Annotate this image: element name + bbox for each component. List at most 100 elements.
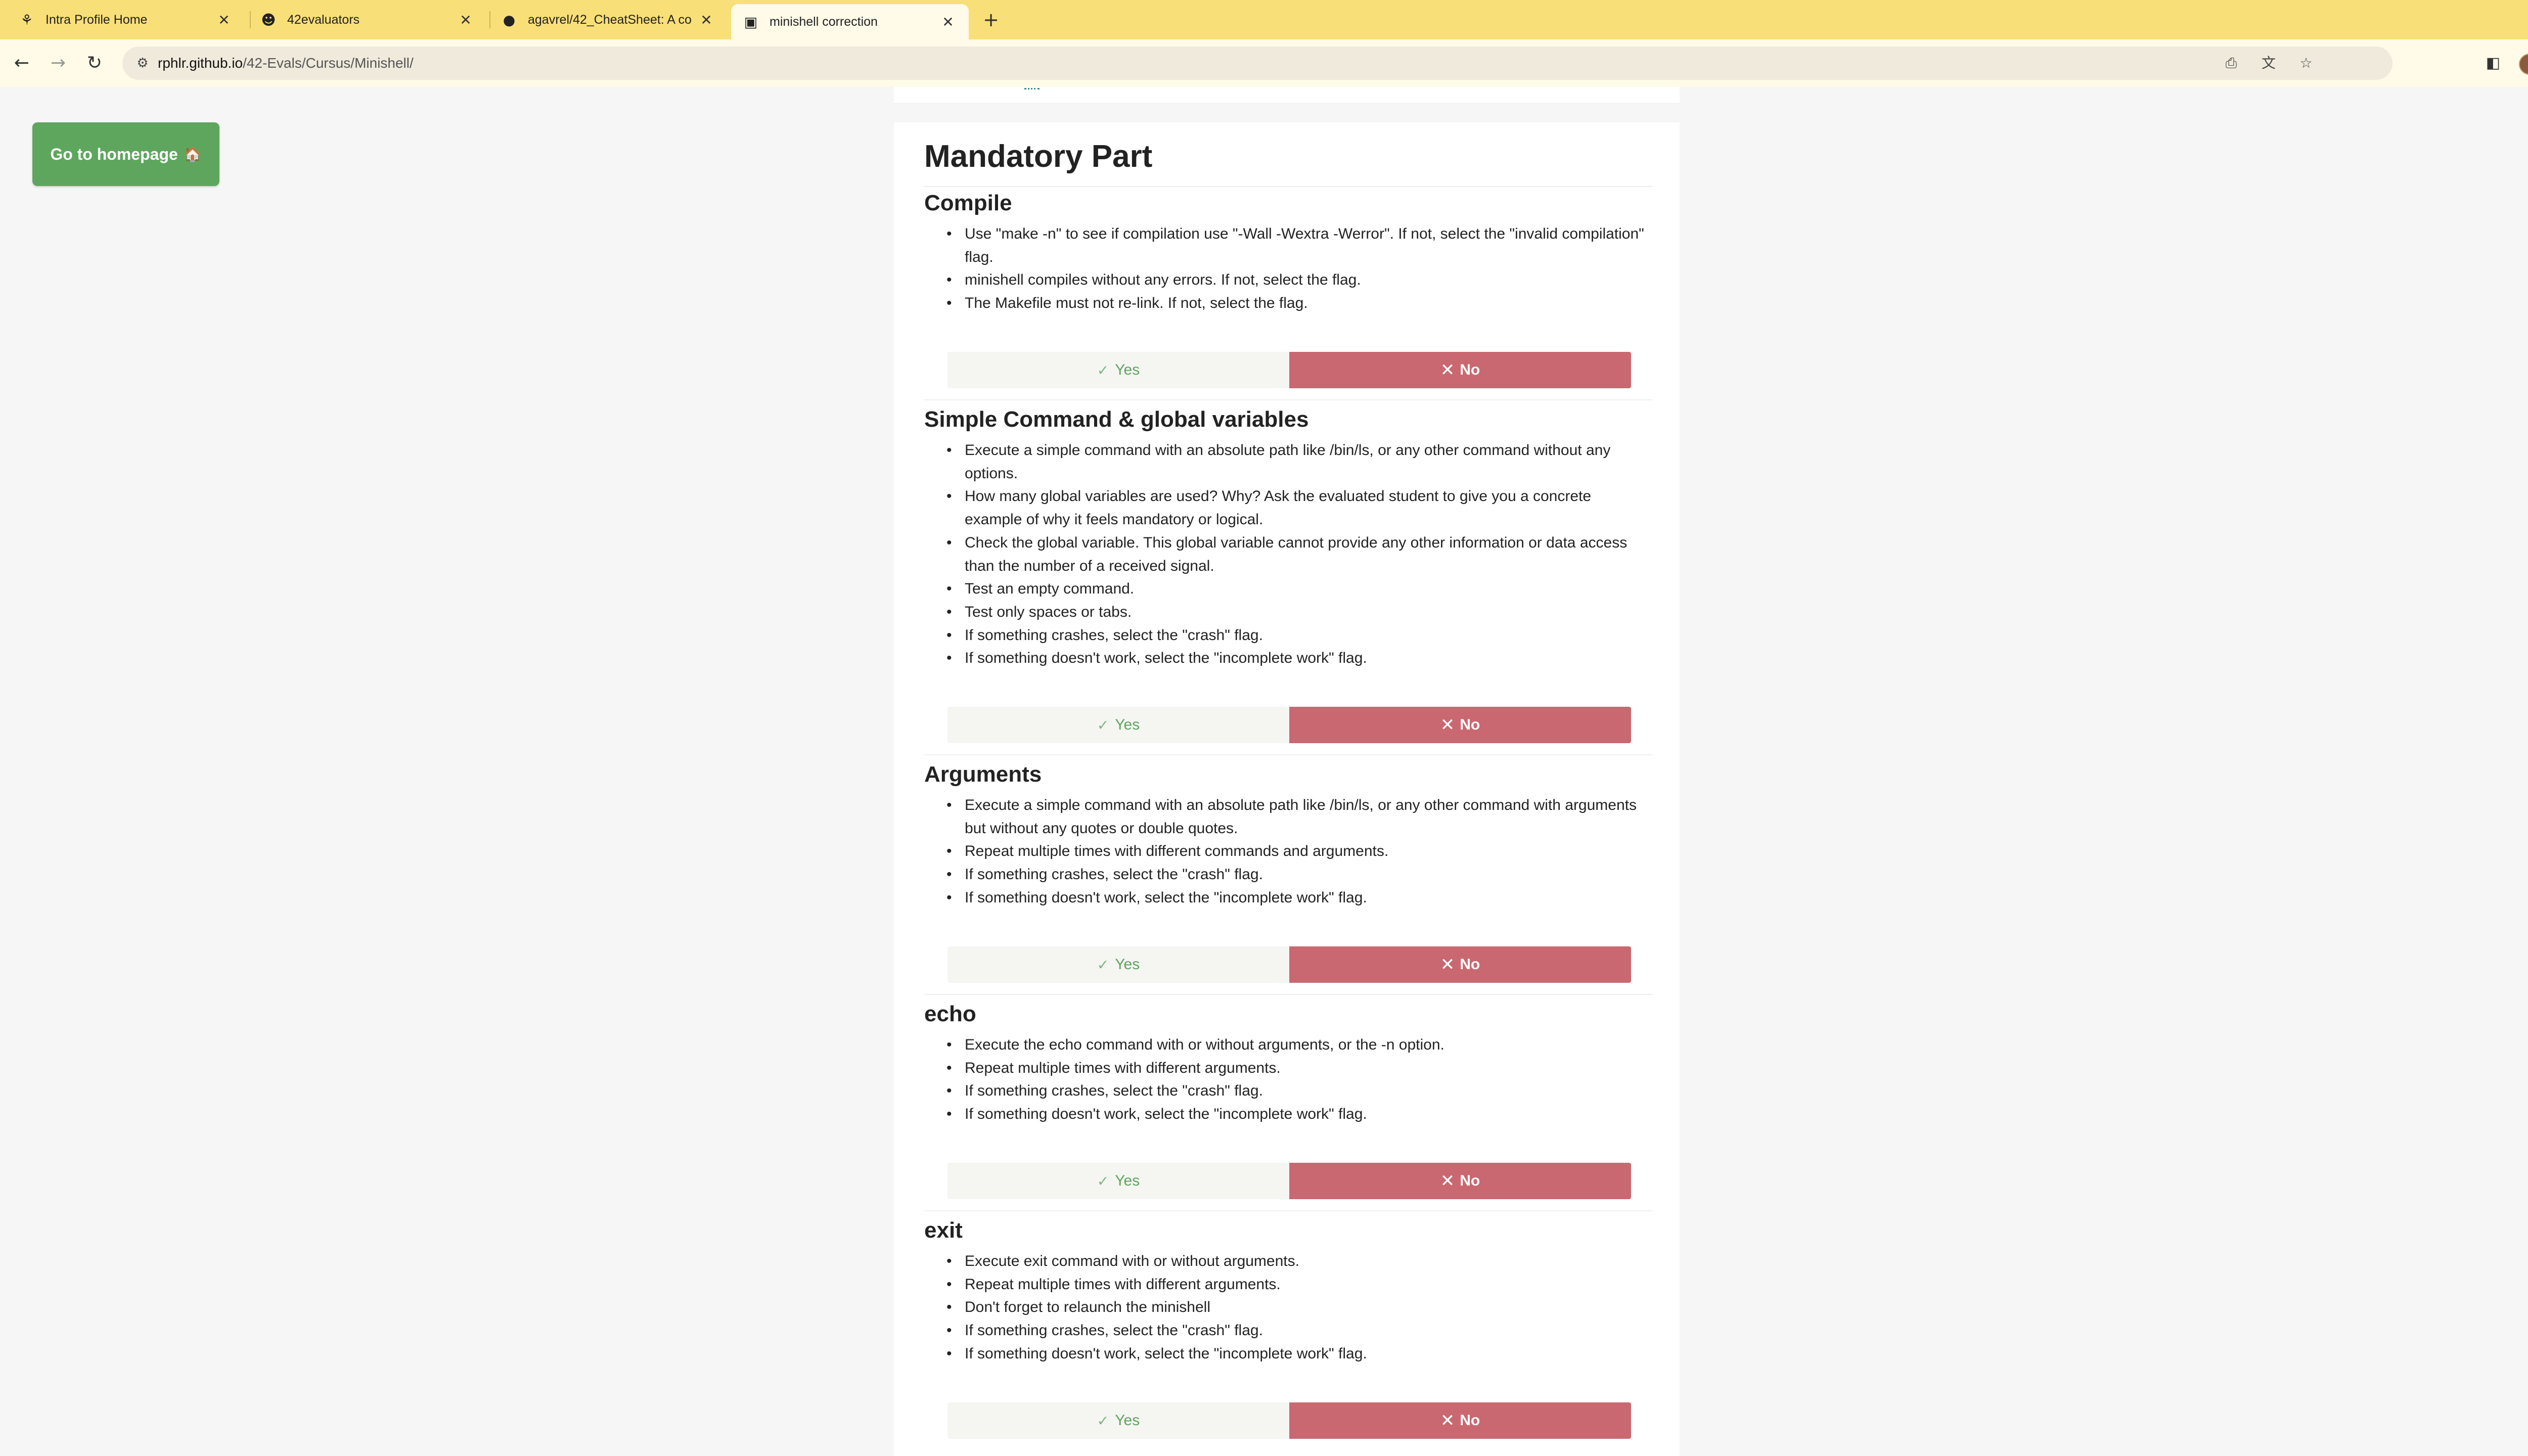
x-icon: ✕ [1440,954,1455,975]
checklist-item: If something doesn't work, select the "i… [946,1103,1652,1126]
github-icon: ● [503,11,516,28]
no-button[interactable]: ✕ No [1289,707,1631,743]
section-divider [924,399,1652,400]
yes-label: Yes [1115,361,1140,378]
back-icon[interactable]: ← [9,51,34,76]
checklist-item: If something crashes, select the "crash"… [946,624,1652,647]
close-icon[interactable]: ✕ [215,12,233,28]
checklist-item: If something doesn't work, select the "i… [946,647,1652,670]
no-button[interactable]: ✕ No [1289,946,1631,983]
check-icon: ✓ [1097,361,1109,379]
section-heading: echo [924,1002,976,1026]
yes-label: Yes [1115,716,1140,733]
profile-avatar[interactable] [2519,54,2528,75]
no-label: No [1460,361,1480,378]
install-app-icon[interactable]: ⎙ [2221,53,2242,74]
yes-button[interactable]: ✓ Yes [947,1402,1289,1439]
user-avatar-icon: ☻ [261,11,276,28]
check-icon: ✓ [1097,1412,1109,1429]
page-viewport: Go to homepage 🏠 Mandatory Part Compile U… [0,87,2528,1456]
forward-icon[interactable]: → [46,51,71,76]
yes-button[interactable]: ✓ Yes [947,352,1289,388]
tab-42evaluators[interactable]: ☻ 42evaluators ✕ [249,5,486,34]
yes-no-toggle: ✓ Yes ✕ No [947,1163,1631,1199]
x-icon: ✕ [1440,715,1455,735]
checklist-item: The Makefile must not re-link. If not, s… [946,292,1652,315]
reload-icon[interactable]: ↻ [82,51,107,76]
site-icon: ▣ [744,13,758,30]
x-icon: ✕ [1440,1171,1455,1191]
go-to-homepage-button[interactable]: Go to homepage 🏠 [32,122,219,186]
section-heading: Compile [924,191,1012,215]
checklist: Execute a simple command with an absolut… [924,794,1652,909]
tab-title: minishell correction [770,14,878,29]
tab-minishell-correction[interactable]: ▣ minishell correction ✕ [731,4,969,39]
side-panel-icon[interactable]: ◧ [2480,51,2506,76]
translate-icon[interactable]: 文 [2258,53,2279,74]
no-label: No [1460,1412,1480,1429]
checklist: Execute exit command with or without arg… [924,1250,1652,1366]
x-icon: ✕ [1440,360,1455,380]
checklist-item: If something crashes, select the "crash"… [946,1079,1652,1103]
no-button[interactable]: ✕ No [1289,1402,1631,1439]
yes-label: Yes [1115,1172,1140,1189]
yes-button[interactable]: ✓ Yes [947,946,1289,983]
section-compile: Compile Use "make -n" to see if compilati… [924,189,1652,315]
no-label: No [1460,716,1480,733]
close-icon[interactable]: ✕ [698,12,715,28]
section-simple-command-global-variables: Simple Command & global variables Execute… [924,405,1652,670]
close-icon[interactable]: ✕ [939,14,957,30]
yes-label: Yes [1115,1412,1140,1429]
tab-strip: ⚘ Intra Profile Home ✕ ☻ 42evaluators ✕ … [0,0,2528,39]
section-divider [924,754,1652,755]
checklist-item: If something doesn't work, select the "i… [946,886,1652,909]
url-domain: rphlr.github.io [158,55,243,71]
checklist-item: Execute the echo command with or without… [946,1033,1652,1057]
checklist: Execute a simple command with an absolut… [924,439,1652,670]
page-title: Mandatory Part [924,139,1153,174]
x-icon: ✕ [1440,1410,1455,1431]
checklist-item: If something crashes, select the "crash"… [946,863,1652,886]
checklist-item: How many global variables are used? Why?… [946,485,1652,531]
close-icon[interactable]: ✕ [457,12,474,28]
tab-github-cheatsheet[interactable]: ● agavrel/42_CheatSheet: A co ✕ [489,5,727,34]
check-icon: ✓ [1097,956,1109,973]
checklist-item: Don't forget to relaunch the minishell [946,1296,1652,1319]
checklist-item: Execute exit command with or without arg… [946,1250,1652,1273]
bookmark-star-icon[interactable]: ☆ [2295,53,2317,74]
section-echo: echo Execute the echo command with or wit… [924,1000,1652,1126]
checklist: Execute the echo command with or without… [924,1033,1652,1126]
no-label: No [1460,956,1480,973]
yes-label: Yes [1115,956,1140,973]
browser-toolbar: ← → ↻ ⚙ rphlr.github.io/42-Evals/Cursus/… [0,39,2528,88]
previous-section-card [894,87,1680,104]
yes-no-toggle: ✓ Yes ✕ No [947,1402,1631,1439]
tab-title: Intra Profile Home [46,12,148,27]
section-arguments: Arguments Execute a simple command with a… [924,760,1652,909]
no-button[interactable]: ✕ No [1289,1163,1631,1199]
check-icon: ✓ [1097,716,1109,734]
address-bar[interactable]: ⚙ rphlr.github.io/42-Evals/Cursus/Minish… [122,47,2392,80]
checklist-item: Test only spaces or tabs. [946,601,1652,624]
link-fragment [1024,87,1040,89]
checklist: Use "make -n" to see if compilation use … [924,222,1652,315]
checklist-item: Test an empty command. [946,577,1652,601]
tab-intra-profile-home[interactable]: ⚘ Intra Profile Home ✕ [7,5,245,34]
check-icon: ✓ [1097,1172,1109,1190]
checklist-item: Execute a simple command with an absolut… [946,794,1652,840]
new-tab-button[interactable]: + [978,7,1004,32]
yes-no-toggle: ✓ Yes ✕ No [947,707,1631,743]
yes-button[interactable]: ✓ Yes [947,707,1289,743]
no-button[interactable]: ✕ No [1289,352,1631,388]
home-button-label: Go to homepage [50,145,178,163]
site-settings-icon[interactable]: ⚙ [134,55,151,71]
mandatory-part-card: Mandatory Part Compile Use "make -n" to s… [894,122,1680,1456]
no-label: No [1460,1172,1480,1189]
checklist-item: If something doesn't work, select the "i… [946,1342,1652,1366]
checklist-item: Repeat multiple times with different com… [946,840,1652,863]
section-heading: exit [924,1218,963,1243]
yes-button[interactable]: ✓ Yes [947,1163,1289,1199]
checklist-item: If something crashes, select the "crash"… [946,1319,1652,1342]
checklist-item: Repeat multiple times with different arg… [946,1273,1652,1296]
house-icon: 🏠 [184,146,202,163]
